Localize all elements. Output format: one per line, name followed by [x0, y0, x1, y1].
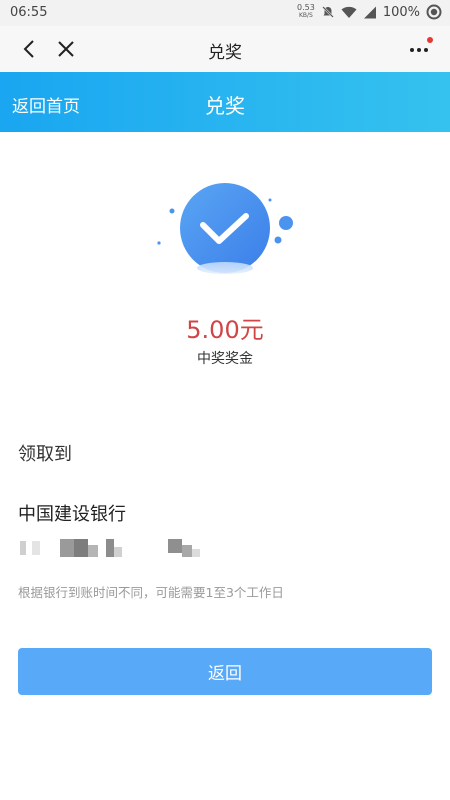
- net-speed-value: 0.53: [297, 3, 315, 12]
- return-button[interactable]: 返回: [18, 648, 432, 695]
- net-speed: 0.53 KB/S: [297, 4, 315, 20]
- arrival-note: 根据银行到账时间不同，可能需要1至3个工作日: [18, 585, 284, 600]
- status-icons: 0.53 KB/S 100%: [297, 4, 442, 20]
- signal-icon: [363, 6, 376, 18]
- more-icon[interactable]: [406, 36, 434, 60]
- mute-icon: [322, 6, 334, 18]
- status-bar: 06:55 0.53 KB/S 100%: [0, 0, 450, 26]
- prize-label: 中奖奖金: [197, 351, 253, 367]
- header-title: 兑奖: [205, 94, 245, 118]
- title-bar: 兑奖: [0, 26, 450, 73]
- net-speed-unit: KB/S: [298, 12, 313, 19]
- check-circle-icon: [157, 183, 293, 274]
- battery-text: 100%: [382, 4, 420, 20]
- card-number-redacted: [18, 537, 218, 559]
- page-title: 兑奖: [208, 43, 242, 63]
- battery-icon: [426, 4, 442, 20]
- bank-name: 中国建设银行: [18, 504, 126, 525]
- receive-to-label: 领取到: [18, 444, 72, 465]
- wifi-icon: [341, 6, 357, 18]
- header-banner: 返回首页 兑奖: [0, 72, 450, 132]
- prize-amount: 5.00元: [186, 316, 264, 344]
- notification-dot: [427, 37, 433, 43]
- status-time: 06:55: [10, 5, 48, 20]
